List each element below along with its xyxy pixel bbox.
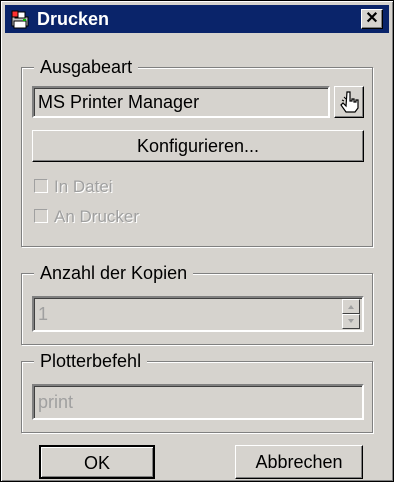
plotter-command-value: print (38, 392, 74, 412)
plotter-command-group: Plotterbefehl print (21, 349, 373, 433)
to-file-checkbox[interactable] (34, 179, 48, 193)
title-bar[interactable]: Drucken ✕ (5, 5, 389, 33)
spin-up-button[interactable] (342, 299, 360, 314)
window-title: Drucken (37, 9, 110, 29)
copies-group: Anzahl der Kopien 1 (21, 261, 373, 345)
ok-label: OK (83, 453, 110, 473)
output-type-group: Ausgabeart MS Printer Manager Konfigurie… (21, 55, 373, 247)
plotter-command-input[interactable]: print (32, 384, 364, 420)
to-file-checkbox-row[interactable]: In Datei (34, 176, 234, 198)
cancel-label: Abbrechen (255, 452, 343, 472)
printer-value: MS Printer Manager (38, 92, 200, 112)
to-file-label: In Datei (54, 177, 113, 196)
plotter-command-legend: Plotterbefehl (34, 349, 148, 373)
browse-printer-button[interactable] (334, 86, 364, 118)
configure-label: Konfigurieren... (136, 136, 260, 156)
output-type-legend: Ausgabeart (34, 55, 139, 79)
ok-button[interactable]: OK (39, 445, 155, 479)
copies-input[interactable]: 1 (32, 296, 364, 332)
spin-down-button[interactable] (342, 314, 360, 329)
copies-legend: Anzahl der Kopien (34, 261, 194, 285)
print-dialog: Drucken ✕ Ausgabeart MS Printer Manager … (0, 0, 394, 482)
to-printer-checkbox[interactable] (34, 209, 48, 223)
printer-field[interactable]: MS Printer Manager (32, 86, 330, 118)
pointing-hand-icon (340, 91, 359, 113)
spin-up-icon (348, 305, 354, 309)
configure-button[interactable]: Konfigurieren... (32, 130, 364, 162)
to-printer-label: An Drucker (54, 207, 140, 226)
spin-down-icon (348, 319, 354, 323)
copies-value: 1 (38, 304, 49, 324)
close-button[interactable]: ✕ (361, 9, 383, 29)
to-printer-checkbox-row[interactable]: An Drucker (34, 206, 234, 228)
cancel-button[interactable]: Abbrechen (235, 445, 363, 479)
close-icon: ✕ (365, 10, 379, 27)
printer-app-icon (11, 10, 29, 29)
